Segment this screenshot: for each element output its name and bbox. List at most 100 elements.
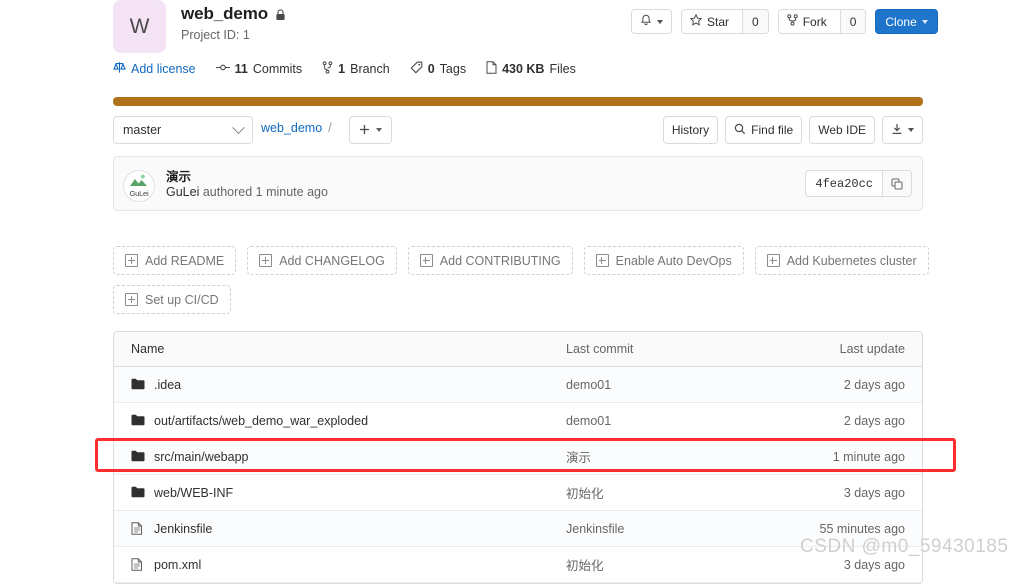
stat-label: Branch: [350, 62, 390, 76]
find-file-label: Find file: [751, 123, 794, 137]
fork-button-group[interactable]: Fork 0: [777, 9, 867, 34]
fork-icon: [787, 14, 798, 29]
project-avatar-letter: W: [129, 14, 150, 38]
star-label: Star: [707, 14, 730, 29]
last-commit-cell[interactable]: 演示: [566, 447, 776, 466]
lock-icon: [275, 9, 286, 21]
file-name[interactable]: web/WEB-INF: [154, 486, 233, 500]
file-name-cell[interactable]: web/WEB-INF: [114, 486, 566, 500]
chevron-down-icon: [908, 128, 914, 132]
stat-add-license[interactable]: Add license: [113, 61, 196, 77]
file-name-cell[interactable]: .idea: [114, 378, 566, 392]
button-label: Enable Auto DevOps: [615, 253, 732, 268]
add-changelog-button[interactable]: Add CHANGELOG: [247, 246, 397, 275]
fork-button[interactable]: Fork: [779, 10, 835, 33]
stat-value: 1: [338, 62, 346, 76]
star-icon: [689, 13, 703, 29]
file-name[interactable]: src/main/webapp: [154, 450, 249, 464]
enable-auto-devops-button[interactable]: Enable Auto DevOps: [583, 246, 744, 275]
folder-icon: [131, 450, 145, 463]
add-to-tree-button[interactable]: [349, 116, 392, 144]
avatar-name: GuLei: [129, 189, 149, 198]
project-meta: web_demo Project ID: 1: [181, 4, 286, 42]
stat-label: Tags: [439, 62, 467, 76]
table-row[interactable]: out/artifacts/web_demo_war_exploded demo0…: [114, 403, 922, 439]
last-commit-cell[interactable]: Jenkinsfile: [566, 522, 776, 536]
set-up-cicd-button[interactable]: Set up CI/CD: [113, 285, 231, 314]
last-commit-cell[interactable]: demo01: [566, 414, 776, 428]
setup-buttons-row-1: Add README Add CHANGELOG Add CONTRIBUTIN…: [113, 246, 929, 275]
chevron-down-icon: [376, 128, 382, 132]
stat-value: 430 KB: [502, 62, 545, 76]
notification-dropdown-button[interactable]: [631, 9, 672, 34]
header-actions: Star 0 Fork 0 Clone: [631, 9, 938, 34]
stat-branches[interactable]: 1 Branch: [322, 61, 390, 77]
last-update-cell: 2 days ago: [843, 377, 905, 392]
stat-value: 11: [234, 62, 248, 76]
stat-commits[interactable]: 11 Commits: [215, 62, 303, 76]
fork-label: Fork: [802, 14, 827, 29]
download-icon: [891, 123, 903, 138]
last-update-cell: 55 minutes ago: [819, 521, 905, 536]
history-button[interactable]: History: [662, 116, 719, 144]
plus-square-icon: [766, 254, 780, 267]
table-row[interactable]: .idea demo01 2 days ago: [114, 367, 922, 403]
stat-tags[interactable]: 0 Tags: [410, 61, 466, 77]
web-ide-button[interactable]: Web IDE: [809, 116, 875, 144]
history-label: History: [671, 123, 710, 137]
table-row[interactable]: web/WEB-INF 初始化 3 days ago: [114, 475, 922, 511]
commit-icon: [215, 62, 230, 76]
folder-icon: [131, 378, 145, 391]
web-ide-label: Web IDE: [818, 123, 866, 137]
watermark: CSDN @m0_59430185: [800, 536, 1009, 557]
stat-label: Add license: [131, 62, 196, 76]
commit-timestamp: authored 1 minute ago: [202, 185, 328, 199]
setup-buttons-row-2: Set up CI/CD: [113, 285, 231, 314]
clone-button[interactable]: Clone: [875, 9, 938, 34]
file-name-cell[interactable]: out/artifacts/web_demo_war_exploded: [114, 414, 566, 428]
add-readme-button[interactable]: Add README: [113, 246, 237, 275]
file-name[interactable]: .idea: [154, 378, 181, 392]
breadcrumb-root[interactable]: web_demo: [261, 121, 322, 135]
last-update-cell: 3 days ago: [843, 557, 905, 572]
file-name-cell[interactable]: src/main/webapp: [114, 450, 566, 464]
add-contributing-button[interactable]: Add CONTRIBUTING: [407, 246, 573, 275]
branch-selector[interactable]: master: [113, 116, 253, 144]
stat-label: Commits: [252, 62, 303, 76]
column-header-last-commit: Last commit: [566, 342, 634, 356]
commit-author[interactable]: GuLei: [166, 185, 199, 199]
stat-value: 0: [427, 62, 435, 76]
commit-sha[interactable]: 4fea20cc: [806, 171, 882, 196]
add-kubernetes-cluster-button[interactable]: Add Kubernetes cluster: [754, 246, 929, 275]
commit-author-line: GuLei authored 1 minute ago: [166, 185, 328, 199]
button-label: Add CHANGELOG: [279, 253, 385, 268]
file-name-cell[interactable]: pom.xml: [114, 558, 566, 572]
file-name-cell[interactable]: Jenkinsfile: [114, 522, 566, 536]
chevron-down-icon: [657, 19, 663, 24]
file-name[interactable]: pom.xml: [154, 558, 201, 572]
commit-message[interactable]: 演示: [166, 166, 191, 185]
file-name[interactable]: Jenkinsfile: [154, 522, 212, 536]
plus-square-icon: [259, 254, 273, 267]
last-commit-cell[interactable]: 初始化: [566, 483, 776, 502]
commit-sha-group: 4fea20cc: [805, 170, 912, 197]
stat-files-size[interactable]: 430 KB Files: [486, 61, 576, 77]
file-name[interactable]: out/artifacts/web_demo_war_exploded: [154, 414, 368, 428]
star-button-group[interactable]: Star 0: [681, 9, 769, 34]
download-dropdown-button[interactable]: [882, 116, 923, 144]
last-update-cell: 1 minute ago: [832, 449, 905, 464]
language-segment: [113, 97, 923, 106]
document-icon: [131, 522, 145, 535]
document-icon: [131, 558, 145, 571]
breadcrumb-separator: /: [328, 121, 332, 135]
last-commit-cell[interactable]: demo01: [566, 378, 776, 392]
branch-name: master: [123, 123, 162, 137]
table-header: Name Last commit Last update: [114, 332, 922, 367]
bell-icon: [640, 14, 652, 30]
table-row[interactable]: src/main/webapp 演示 1 minute ago: [114, 439, 922, 475]
last-commit-cell[interactable]: 初始化: [566, 555, 776, 574]
copy-icon[interactable]: [882, 171, 911, 196]
star-button[interactable]: Star: [682, 10, 737, 33]
find-file-button[interactable]: Find file: [725, 116, 803, 144]
plus-square-icon: [125, 254, 138, 267]
